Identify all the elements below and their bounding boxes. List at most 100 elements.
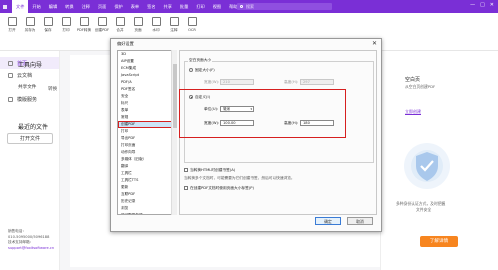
recent-files-title: 最近的文件 xyxy=(18,124,49,131)
tool-label: PDF转换 xyxy=(76,28,92,32)
tool-button-1[interactable]: 另存为 xyxy=(22,17,38,33)
tool-button-10[interactable]: OCR xyxy=(184,17,200,32)
category-item[interactable]: 动作向导 xyxy=(118,149,176,156)
menu-bar: 文件开始编辑转换注释页面保护表单签名共享批量打印视图帮助文档比较 xyxy=(12,0,266,13)
tool-label: 合并 xyxy=(116,28,124,32)
security-desc-line2: 文件安全 xyxy=(416,207,432,212)
home-icon xyxy=(8,60,13,66)
menu-8[interactable]: 签名 xyxy=(143,0,159,13)
cancel-button[interactable]: 取消 xyxy=(347,217,373,225)
scrollbar-thumb[interactable] xyxy=(173,64,177,128)
page-size-labels-checkbox[interactable] xyxy=(184,186,188,190)
menu-5[interactable]: 页面 xyxy=(94,0,110,13)
open-file-button[interactable]: 打开文件 xyxy=(7,133,53,144)
open-icon xyxy=(7,17,17,26)
search-box[interactable]: 搜索 xyxy=(237,3,332,10)
category-item[interactable]: 打印页面 xyxy=(118,142,176,149)
tools-wizard-tab[interactable]: 转换 xyxy=(48,86,57,92)
tool-label: 打开 xyxy=(8,28,16,32)
category-item[interactable]: 历史记录 xyxy=(118,198,176,205)
tool-button-2[interactable]: 保存 xyxy=(40,17,56,33)
dialog-close-button[interactable]: ✕ xyxy=(372,40,377,47)
minimize-button[interactable]: — xyxy=(470,2,475,8)
page-size-labels-label: 在创建PDF文档时使用页面大小标签(P) xyxy=(190,186,254,190)
sidebar-item-label: 共享文件 xyxy=(18,85,37,90)
html-bookmarks-checkbox[interactable] xyxy=(184,168,188,172)
cloud-icon xyxy=(8,72,13,78)
menu-2[interactable]: 编辑 xyxy=(45,0,61,13)
tool-label: 水印 xyxy=(152,28,160,32)
search-placeholder: 搜索 xyxy=(246,3,254,9)
ok-button[interactable]: 确定 xyxy=(315,217,341,225)
tool-button-0[interactable]: 打开 xyxy=(4,17,20,33)
tool-button-4[interactable]: PDF转换 xyxy=(76,17,92,33)
category-item[interactable]: JavaScript xyxy=(118,72,176,79)
category-item[interactable]: 表单 xyxy=(118,107,176,114)
menu-0[interactable]: 文件 xyxy=(12,0,29,13)
category-item[interactable]: 工具栏TTS xyxy=(118,177,176,184)
category-item[interactable]: 创建PDF xyxy=(118,121,176,128)
menu-11[interactable]: 打印 xyxy=(192,0,208,13)
category-item[interactable]: 安全 xyxy=(118,93,176,100)
menu-6[interactable]: 保护 xyxy=(110,0,126,13)
tool-button-5[interactable]: 创建PDF xyxy=(94,17,110,33)
fixed-height-input[interactable]: 297 xyxy=(300,79,334,85)
menu-4[interactable]: 注释 xyxy=(78,0,94,13)
tools-wizard-title: 工具向导 xyxy=(18,62,43,69)
maximize-button[interactable]: □ xyxy=(480,2,485,8)
sidebar-item-templates[interactable]: 模版服务 xyxy=(0,93,59,105)
fixed-size-radio[interactable] xyxy=(189,68,193,72)
tool-button-8[interactable]: 水印 xyxy=(148,17,164,33)
ocr-icon xyxy=(187,17,197,26)
category-scrollbar[interactable] xyxy=(171,50,177,215)
tool-button-9[interactable]: 注释 xyxy=(166,17,182,33)
menu-12[interactable]: 视图 xyxy=(209,0,225,13)
tool-button-7[interactable]: 页面 xyxy=(130,17,146,33)
category-list[interactable]: 3D AIP设置 ECM集成 JavaScript PDF/A PDF签名 安全 标尺 表单 常规… xyxy=(117,50,177,215)
tool-button-3[interactable]: 打印 xyxy=(58,17,74,33)
fixed-width-input[interactable]: 210 xyxy=(220,79,254,85)
menu-3[interactable]: 转换 xyxy=(61,0,77,13)
category-item[interactable]: 工具栏 xyxy=(118,170,176,177)
merge-icon xyxy=(115,17,125,26)
blank-page-desc: 从空白页创建PDF xyxy=(405,84,436,89)
sidebar-item-label: 模版服务 xyxy=(17,96,38,103)
tool-label: 注释 xyxy=(170,28,178,32)
menu-1[interactable]: 开始 xyxy=(28,0,44,13)
tool-label: 保存 xyxy=(44,28,52,32)
close-window-button[interactable]: ✕ xyxy=(490,2,494,8)
category-item[interactable]: 多媒体（旧版） xyxy=(118,156,176,163)
convert-icon xyxy=(79,17,89,26)
dialog-title: 偏好设置 xyxy=(117,41,134,46)
contact-info: 销售电话： 010-5095000/5096188 技术支持邮箱： suppor… xyxy=(8,229,54,251)
html-bookmarks-desc: 当转换多个文档时，可能需要为它们创建书签，然后可以快速浏览。 xyxy=(184,176,295,180)
category-item[interactable]: 互联PDF xyxy=(118,191,176,198)
category-item[interactable]: 打印 xyxy=(118,128,176,135)
watermark-icon xyxy=(151,17,161,26)
save-as-icon xyxy=(25,17,35,26)
tool-button-6[interactable]: 合并 xyxy=(112,17,128,33)
support-email[interactable]: support@foxitsoftware.cn xyxy=(8,246,54,252)
category-item[interactable]: 时间戳服务器 xyxy=(118,212,176,214)
create-now-link[interactable]: 立即创建 xyxy=(405,109,421,115)
category-item[interactable]: 3D xyxy=(118,51,176,58)
category-item[interactable]: 导出PDF xyxy=(118,135,176,142)
learn-more-button[interactable]: 了解详情 xyxy=(420,236,458,247)
category-item[interactable]: 翻译 xyxy=(118,163,176,170)
category-item[interactable]: 浏览 xyxy=(118,205,176,212)
html-bookmarks-label: 当转换HTML时创建书签(A) xyxy=(190,168,236,172)
sidebar-item-cloud[interactable]: 云文档 xyxy=(0,69,59,81)
category-item[interactable]: ECM集成 xyxy=(118,65,176,72)
category-item[interactable]: 更新 xyxy=(118,184,176,191)
fixed-width-label: 宽度(W): xyxy=(204,80,220,84)
menu-10[interactable]: 批量 xyxy=(176,0,192,13)
category-item[interactable]: PDF签名 xyxy=(118,86,176,93)
category-item[interactable]: 标尺 xyxy=(118,100,176,107)
menu-7[interactable]: 表单 xyxy=(127,0,143,13)
sidebar-item-label: 云文档 xyxy=(17,72,33,79)
category-item[interactable]: AIP设置 xyxy=(118,58,176,65)
category-item[interactable]: PDF/A xyxy=(118,79,176,86)
menu-9[interactable]: 共享 xyxy=(160,0,176,13)
tool-label: 打印 xyxy=(62,28,70,32)
category-item[interactable]: 常规 xyxy=(118,114,176,121)
